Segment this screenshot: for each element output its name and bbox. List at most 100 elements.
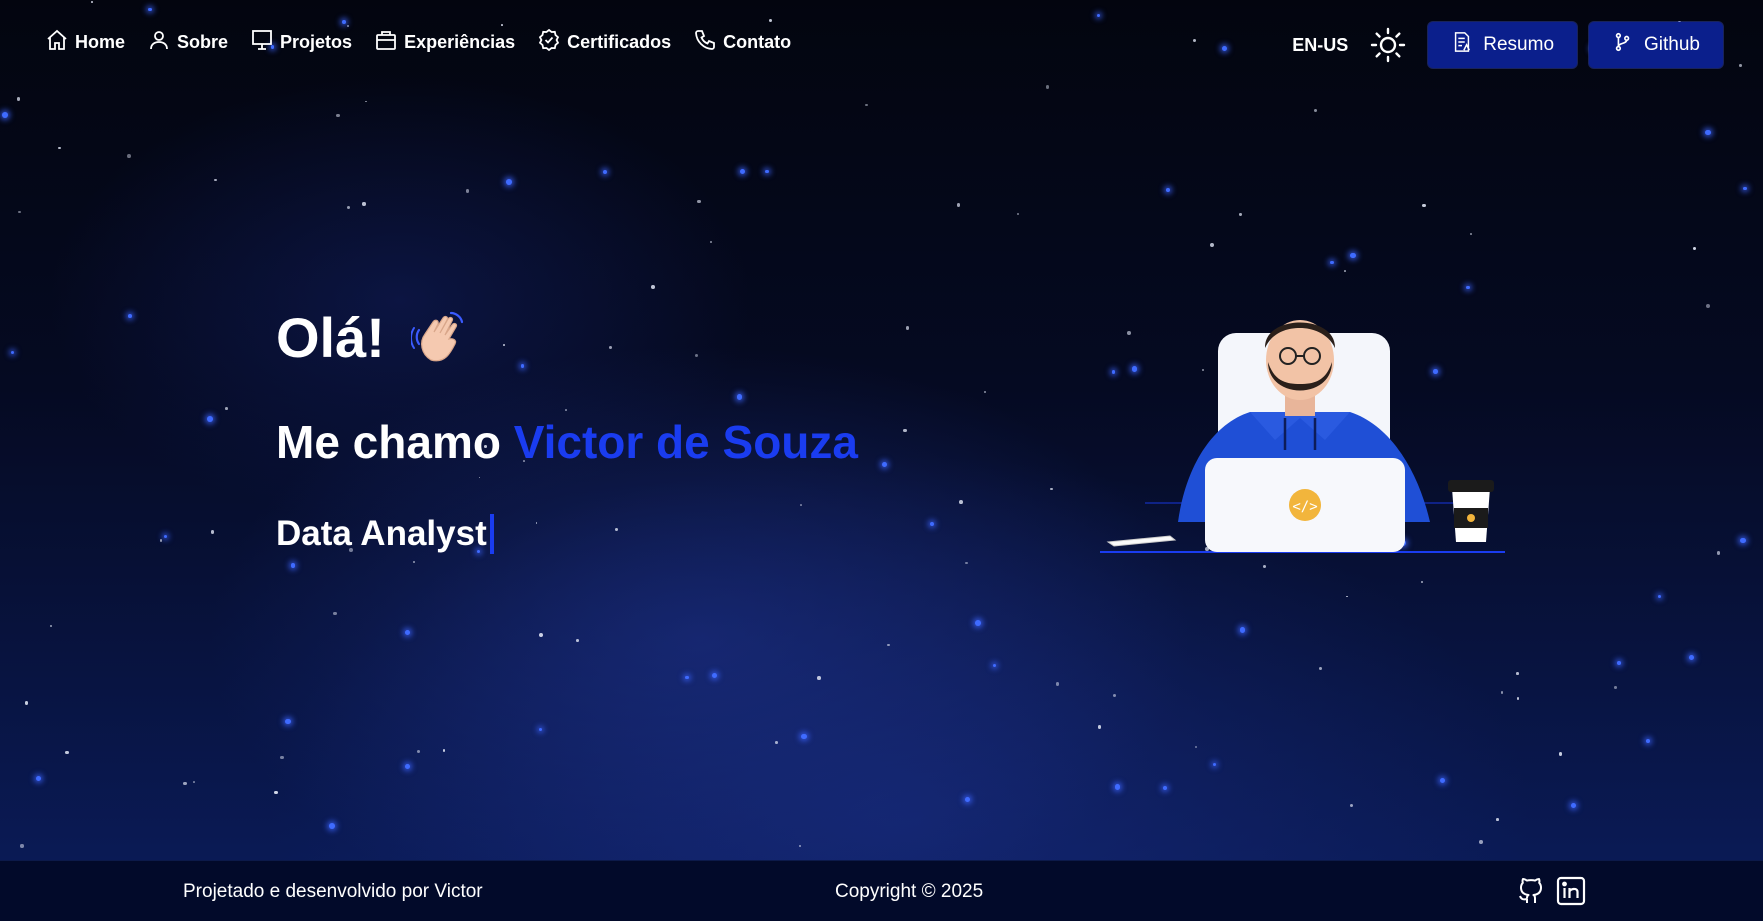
star <box>1239 627 1246 633</box>
nav-item-contato[interactable]: Contato <box>693 28 791 57</box>
star <box>1096 13 1100 17</box>
star <box>1692 247 1696 250</box>
home-icon <box>45 28 69 57</box>
star <box>25 701 29 705</box>
waving-hand-icon <box>409 308 471 368</box>
star <box>736 394 742 400</box>
star <box>290 563 295 568</box>
footer-credit: Projetado e desenvolvido por Victor <box>183 881 483 902</box>
hero-name-line: Me chamo Victor de Souza <box>276 415 858 469</box>
star <box>49 624 52 627</box>
star <box>346 205 350 209</box>
star <box>798 844 801 847</box>
star <box>1221 45 1227 51</box>
footer-copyright: Copyright © 2025 <box>835 881 984 902</box>
resume-button[interactable]: Resumo <box>1428 22 1578 68</box>
github-label: Github <box>1644 34 1700 55</box>
star <box>1166 188 1170 192</box>
nav-label: Certificados <box>567 32 672 52</box>
star <box>1496 818 1499 821</box>
nav-label: Projetos <box>280 32 353 52</box>
star <box>501 24 503 26</box>
star <box>193 781 195 783</box>
nav-label: Contato <box>723 32 792 52</box>
star <box>412 560 415 563</box>
star <box>183 781 187 786</box>
git-branch-icon <box>1612 31 1644 59</box>
star <box>10 351 14 355</box>
star <box>1516 672 1519 675</box>
star <box>35 775 42 782</box>
star <box>1344 270 1346 273</box>
star <box>1195 745 1198 749</box>
footer: Projetado e desenvolvido por Victor Copy… <box>0 860 1763 921</box>
greeting-text: Olá! <box>276 306 385 369</box>
star <box>163 534 167 539</box>
star <box>1112 694 1117 698</box>
star <box>651 285 656 289</box>
header-actions: EN-US Resumo Github <box>1292 22 1723 68</box>
star <box>342 19 346 24</box>
star <box>213 178 217 182</box>
star <box>211 530 215 534</box>
linkedin-icon[interactable] <box>1555 875 1587 913</box>
star <box>1420 580 1423 583</box>
star <box>565 408 568 411</box>
nav-label: Home <box>75 32 126 52</box>
star <box>1440 778 1446 784</box>
star <box>285 718 291 725</box>
phone-icon <box>693 28 717 57</box>
star <box>274 790 278 794</box>
star <box>993 663 997 667</box>
sun-icon[interactable] <box>1370 27 1406 63</box>
star <box>739 168 745 174</box>
nav-item-experiencias[interactable]: Experiências <box>374 28 515 57</box>
nav-item-certificados[interactable]: Certificados <box>537 28 671 57</box>
star <box>1716 551 1721 555</box>
star <box>1516 696 1520 700</box>
main-nav: Home Sobre Projetos Experiências Certifi… <box>45 28 791 57</box>
star <box>1050 487 1053 490</box>
star <box>280 755 284 760</box>
star <box>538 727 542 732</box>
star <box>16 97 21 101</box>
star <box>1045 85 1050 89</box>
footer-social-links <box>1515 875 1587 913</box>
developer-illustration: </> <box>1100 300 1505 560</box>
nav-item-projetos[interactable]: Projetos <box>250 28 352 57</box>
star <box>609 345 612 349</box>
star <box>1617 660 1621 665</box>
star <box>1706 304 1711 308</box>
github-button[interactable]: Github <box>1589 22 1723 68</box>
star <box>1479 840 1483 844</box>
star <box>465 189 470 193</box>
star <box>405 764 410 769</box>
star <box>905 326 910 330</box>
svg-text:</>: </> <box>1292 499 1317 515</box>
language-toggle[interactable]: EN-US <box>1292 35 1348 56</box>
star <box>336 113 340 118</box>
star <box>709 241 712 243</box>
monitor-icon <box>250 28 274 57</box>
star <box>886 643 890 647</box>
star <box>975 619 982 626</box>
star <box>576 639 580 643</box>
star <box>685 675 689 680</box>
star <box>64 750 69 755</box>
nav-item-home[interactable]: Home <box>45 28 125 57</box>
star <box>615 528 618 532</box>
star <box>520 364 525 368</box>
star <box>817 676 821 680</box>
star <box>365 100 368 103</box>
role-text: Data Analyst <box>276 514 487 553</box>
star <box>58 146 61 150</box>
github-icon[interactable] <box>1515 875 1547 913</box>
star <box>148 8 152 12</box>
briefcase-icon <box>374 28 398 57</box>
star <box>1162 785 1167 790</box>
star <box>765 169 770 174</box>
star <box>1239 213 1242 216</box>
star <box>332 611 337 616</box>
star <box>903 429 907 433</box>
nav-item-sobre[interactable]: Sobre <box>147 28 228 57</box>
